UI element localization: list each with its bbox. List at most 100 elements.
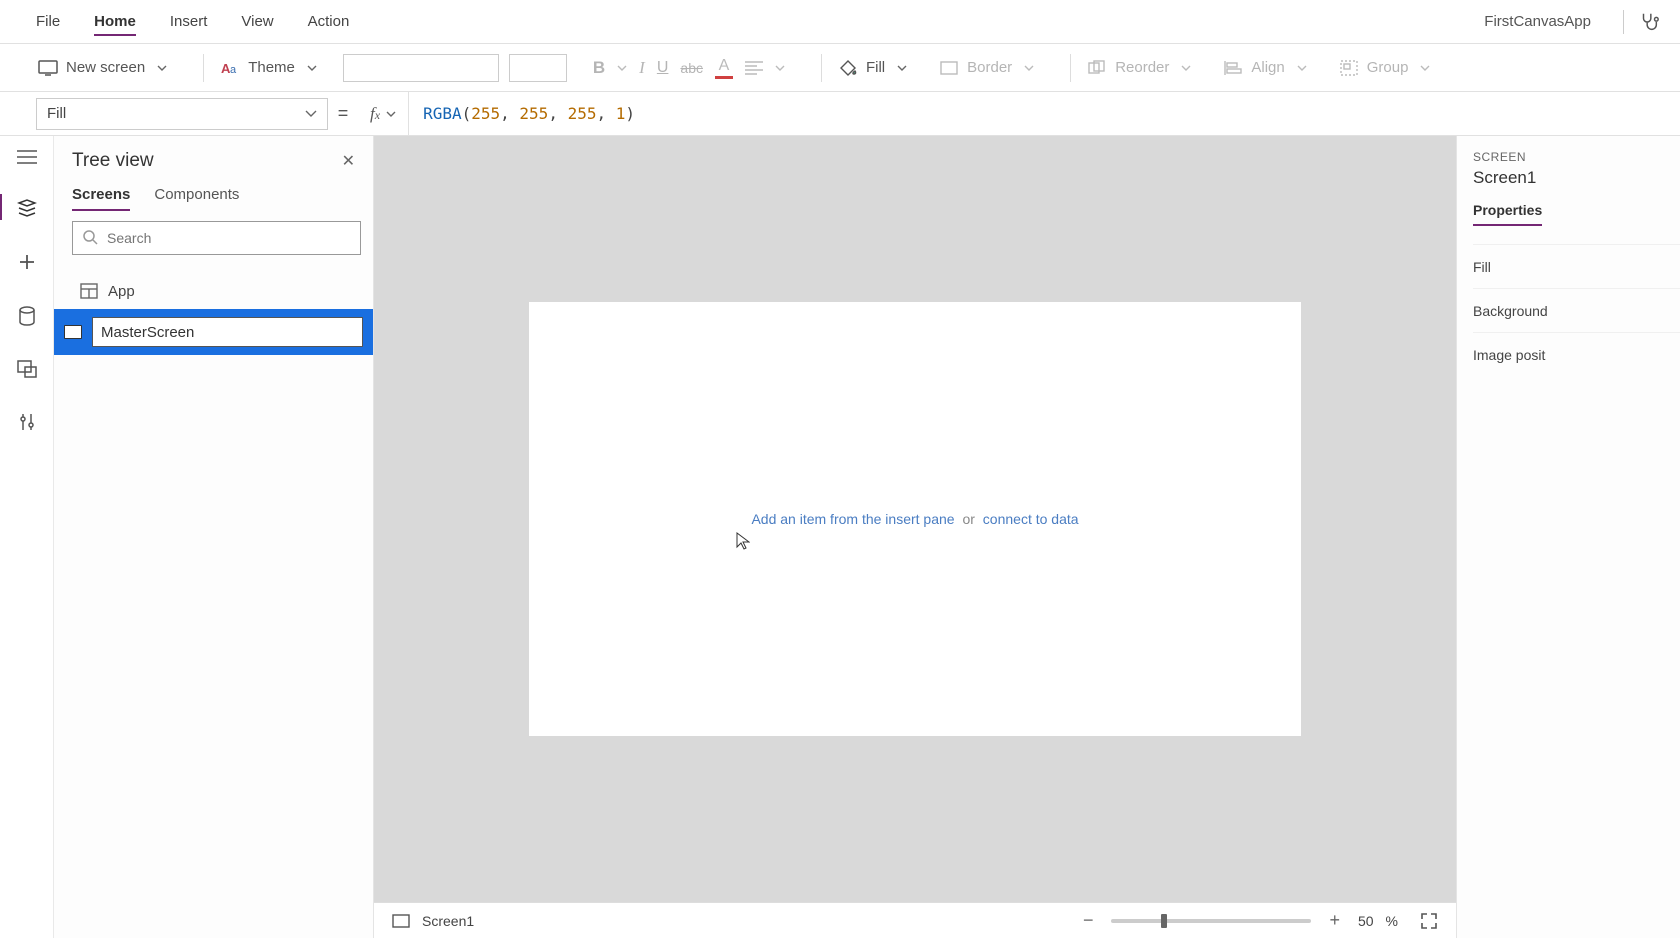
tree-view-icon[interactable] xyxy=(17,198,37,218)
tree-node-app[interactable]: App xyxy=(72,273,361,309)
reorder-button[interactable]: Reorder xyxy=(1081,54,1197,82)
tree-node-label: App xyxy=(108,283,135,300)
formula-arg: 255 xyxy=(519,104,548,123)
bold-button[interactable]: B xyxy=(587,54,633,82)
theme-button[interactable]: Aa Theme xyxy=(214,54,323,82)
close-icon[interactable]: ✕ xyxy=(342,151,355,171)
new-screen-label: New screen xyxy=(66,59,145,76)
paint-bucket-icon xyxy=(838,58,858,78)
chevron-down-icon xyxy=(897,65,907,71)
underline-button[interactable]: U xyxy=(651,55,675,81)
text-align-button[interactable] xyxy=(739,57,791,79)
app-name-label: FirstCanvasApp xyxy=(1484,13,1591,30)
divider xyxy=(1070,54,1071,82)
zoom-slider[interactable] xyxy=(1111,919,1311,923)
canvas-hint-or: or xyxy=(962,511,974,527)
strikethrough-button[interactable]: abc xyxy=(674,56,709,80)
zoom-thumb[interactable] xyxy=(1161,914,1167,928)
svg-text:a: a xyxy=(230,64,237,76)
status-screen-label: Screen1 xyxy=(422,913,474,929)
property-row-fill[interactable]: Fill xyxy=(1473,244,1680,288)
connect-data-link[interactable]: connect to data xyxy=(983,511,1079,527)
align-label: Align xyxy=(1251,59,1284,76)
tree-view-panel: Tree view ✕ Screens Components App xyxy=(54,136,374,938)
chevron-down-icon xyxy=(775,65,785,71)
align-icon xyxy=(1223,58,1243,78)
reorder-icon xyxy=(1087,58,1107,78)
tab-screens[interactable]: Screens xyxy=(72,186,130,211)
properties-screen-name: Screen1 xyxy=(1473,168,1680,188)
divider xyxy=(203,54,204,82)
tree-search xyxy=(72,221,361,255)
zoom-out-button[interactable]: − xyxy=(1077,910,1100,931)
property-row-background[interactable]: Background xyxy=(1473,288,1680,332)
hamburger-icon[interactable] xyxy=(17,150,37,164)
screen-icon xyxy=(64,325,82,339)
data-icon[interactable] xyxy=(18,306,36,326)
fill-label: Fill xyxy=(866,59,885,76)
divider xyxy=(821,54,822,82)
chevron-down-icon xyxy=(157,65,167,71)
tree-node-screen-rename xyxy=(54,309,373,355)
font-family-select[interactable] xyxy=(343,54,499,82)
insert-icon[interactable] xyxy=(17,252,37,272)
menu-action[interactable]: Action xyxy=(308,13,350,30)
screen-icon xyxy=(38,58,58,78)
chevron-down-icon xyxy=(1181,65,1191,71)
tree-view-title: Tree view xyxy=(72,150,154,172)
color-swatch xyxy=(715,76,733,79)
screen-icon xyxy=(392,914,410,928)
tab-components[interactable]: Components xyxy=(154,186,239,211)
tab-properties[interactable]: Properties xyxy=(1473,202,1542,226)
zoom-value: 50 xyxy=(1358,913,1374,929)
theme-label: Theme xyxy=(248,59,295,76)
properties-panel: SCREEN Screen1 Properties Fill Backgroun… xyxy=(1456,136,1680,938)
group-button[interactable]: Group xyxy=(1333,54,1437,82)
align-button[interactable]: Align xyxy=(1217,54,1312,82)
menu-view[interactable]: View xyxy=(241,13,273,30)
menu-home[interactable]: Home xyxy=(94,13,136,36)
reorder-label: Reorder xyxy=(1115,59,1169,76)
divider xyxy=(1623,10,1624,34)
top-menu-bar: File Home Insert View Action FirstCanvas… xyxy=(0,0,1680,44)
ribbon-toolbar: New screen Aa Theme B I U abc A xyxy=(0,44,1680,92)
chevron-down-icon xyxy=(1420,65,1430,71)
group-label: Group xyxy=(1367,59,1409,76)
property-row-image-position[interactable]: Image posit xyxy=(1473,332,1680,376)
zoom-in-button[interactable]: + xyxy=(1323,910,1346,931)
advanced-tools-icon[interactable] xyxy=(18,412,36,432)
chevron-down-icon xyxy=(1024,65,1034,71)
new-screen-button[interactable]: New screen xyxy=(32,54,173,82)
formula-input[interactable]: RGBA(255, 255, 255, 1) xyxy=(409,104,635,123)
border-label: Border xyxy=(967,59,1012,76)
search-icon xyxy=(82,229,98,245)
property-selector[interactable]: Fill xyxy=(36,98,328,130)
fill-button[interactable]: Fill xyxy=(832,54,913,82)
fit-screen-icon[interactable] xyxy=(1420,912,1438,930)
menu-insert[interactable]: Insert xyxy=(170,13,208,30)
font-color-button[interactable]: A xyxy=(709,53,739,83)
app-icon xyxy=(80,283,98,299)
design-canvas[interactable]: Add an item from the insert pane or conn… xyxy=(529,302,1301,736)
canvas-area: Add an item from the insert pane or conn… xyxy=(374,136,1456,938)
screen-rename-input[interactable] xyxy=(92,317,363,347)
chevron-down-icon xyxy=(305,110,317,117)
app-checker-icon[interactable] xyxy=(1638,11,1660,33)
equals-label: = xyxy=(328,103,358,124)
border-icon xyxy=(939,58,959,78)
tree-search-input[interactable] xyxy=(72,221,361,255)
chevron-down-icon xyxy=(1297,65,1307,71)
chevron-down-icon xyxy=(617,65,627,71)
formula-bar: Fill = fx RGBA(255, 255, 255, 1) xyxy=(0,92,1680,136)
insert-pane-link[interactable]: Add an item from the insert pane xyxy=(751,511,954,527)
font-size-select[interactable] xyxy=(509,54,567,82)
menu-file[interactable]: File xyxy=(36,13,60,30)
formula-arg: 255 xyxy=(568,104,597,123)
zoom-pct: % xyxy=(1386,913,1398,929)
border-button[interactable]: Border xyxy=(933,54,1040,82)
formula-arg: 255 xyxy=(471,104,500,123)
media-icon[interactable] xyxy=(17,360,37,378)
italic-button[interactable]: I xyxy=(633,54,651,82)
theme-icon: Aa xyxy=(220,58,240,78)
fx-button[interactable]: fx xyxy=(358,92,409,135)
